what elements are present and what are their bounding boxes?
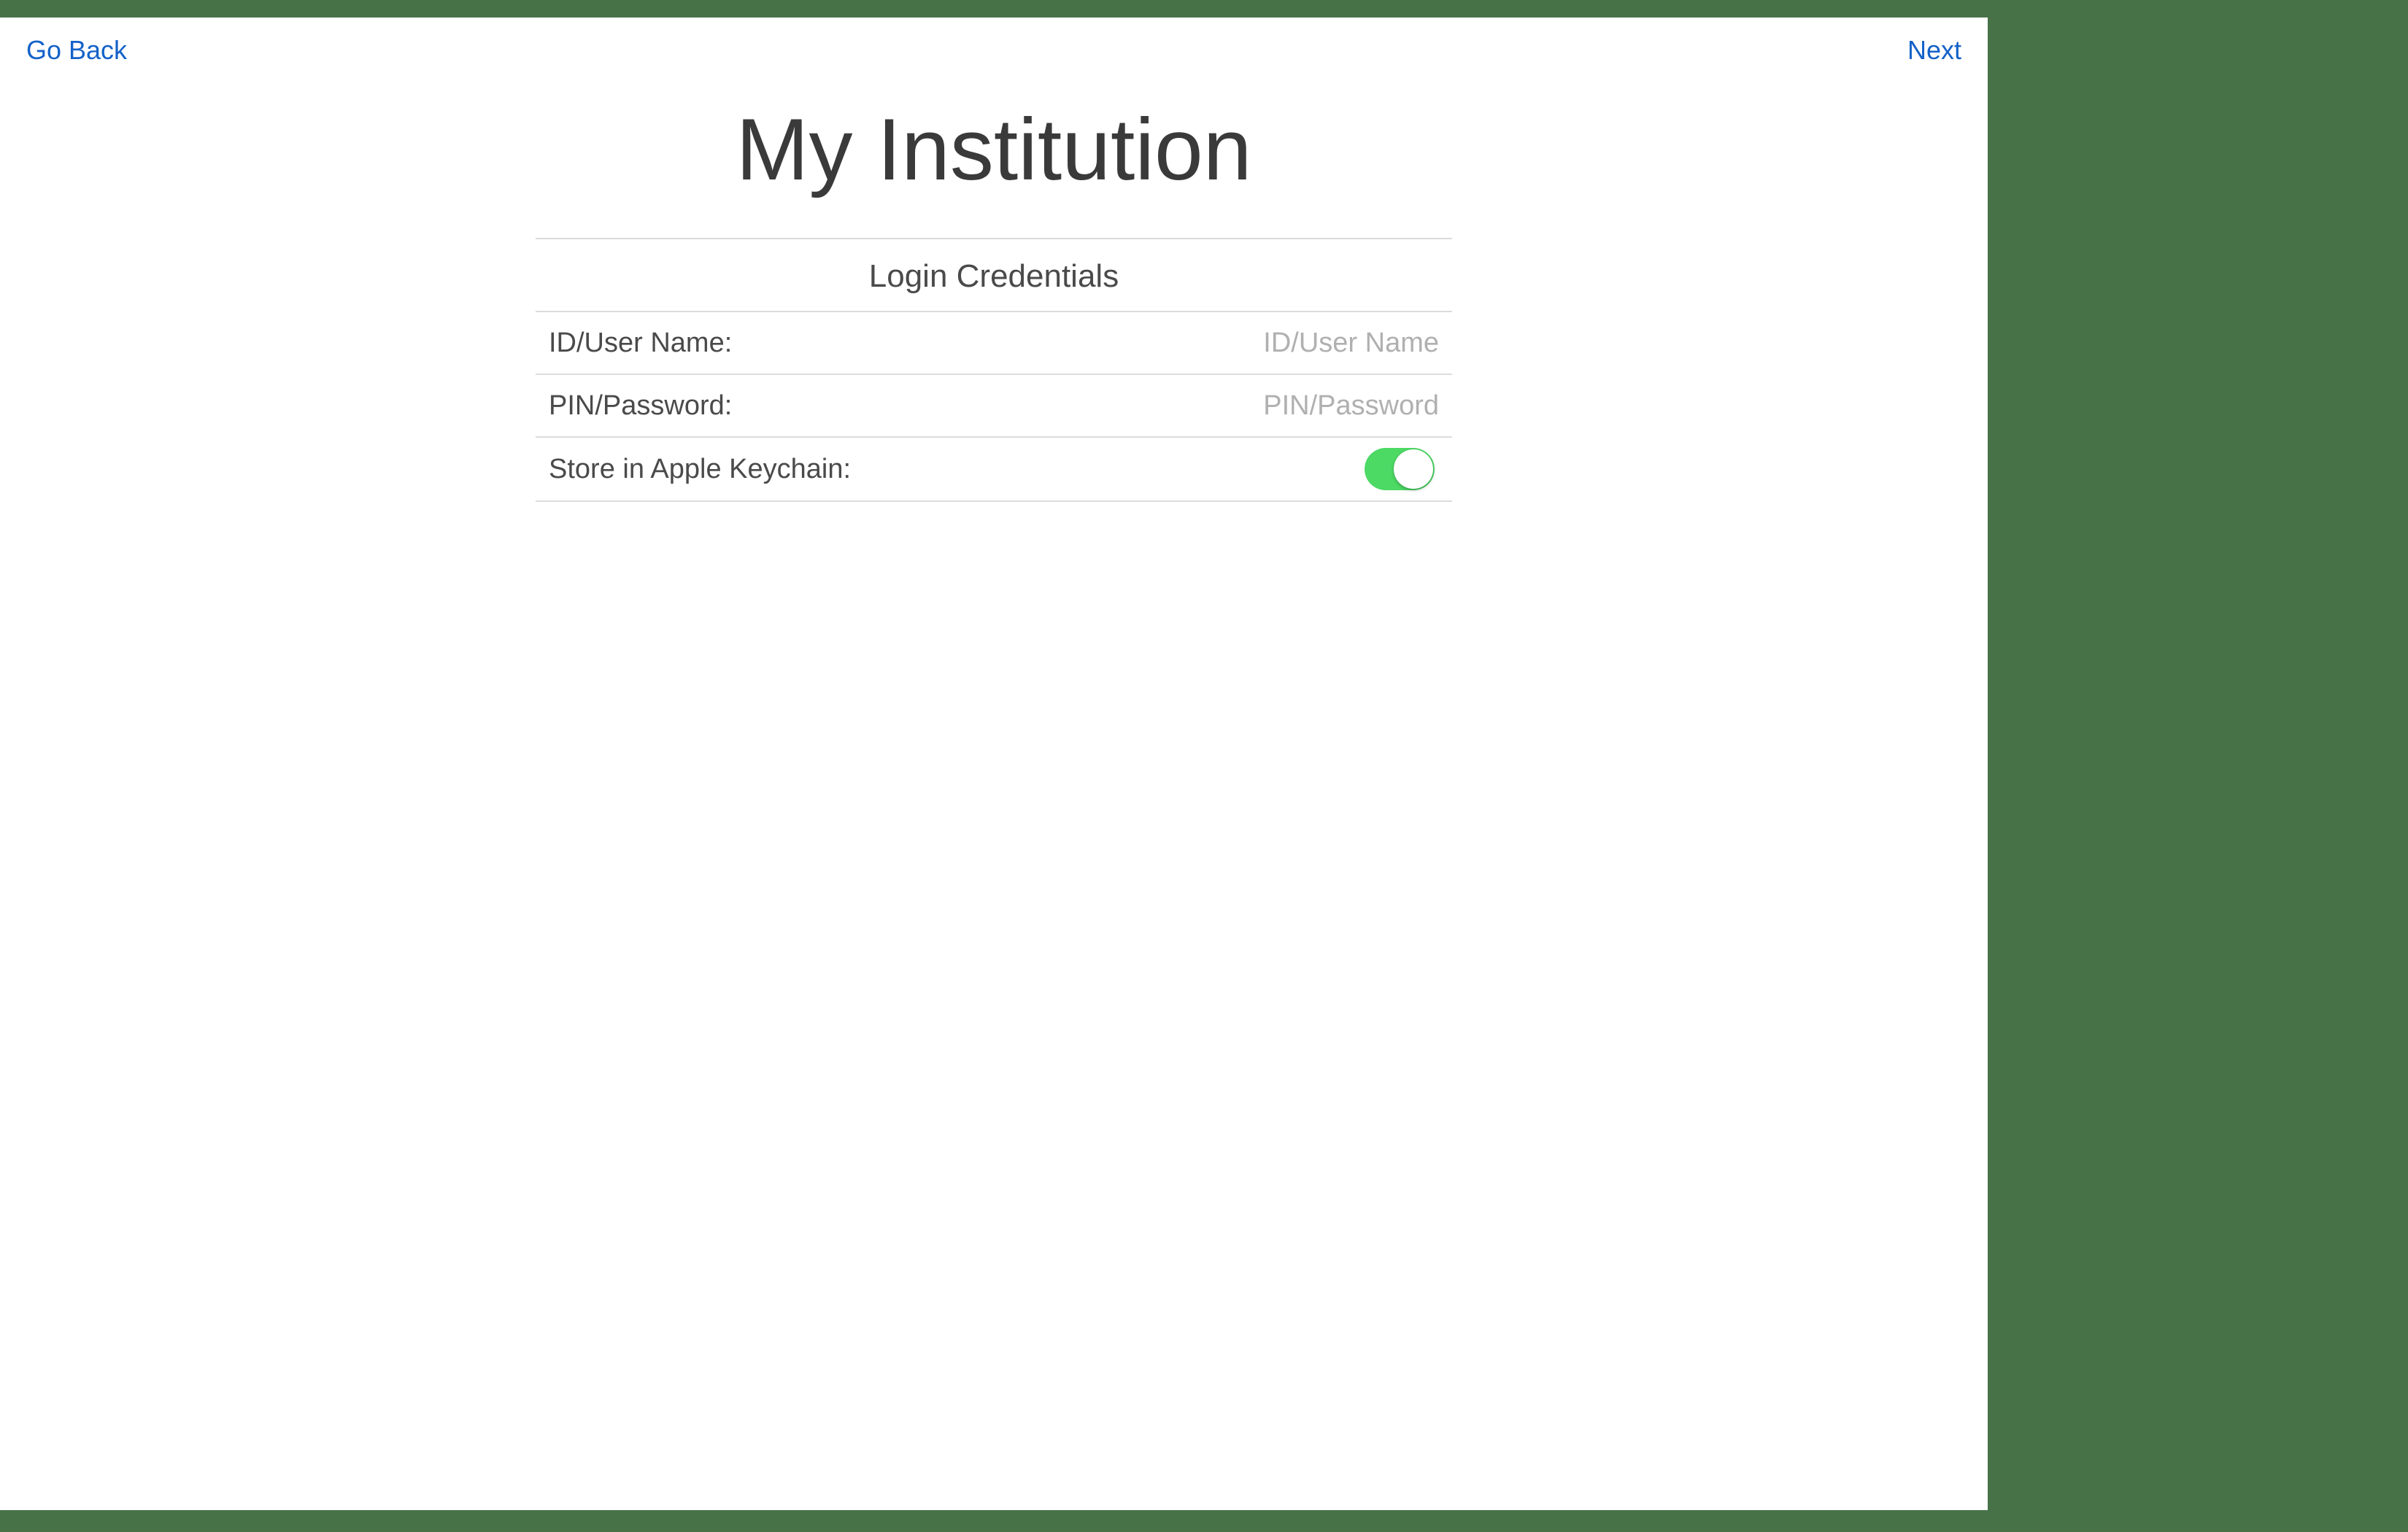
keychain-toggle[interactable] bbox=[1365, 448, 1435, 490]
next-button[interactable]: Next bbox=[1907, 35, 1961, 66]
password-row: PIN/Password: bbox=[536, 375, 1452, 438]
go-back-button[interactable]: Go Back bbox=[26, 35, 127, 66]
toggle-knob bbox=[1394, 449, 1433, 489]
username-label: ID/User Name: bbox=[549, 328, 732, 359]
password-label: PIN/Password: bbox=[549, 390, 732, 422]
section-header: Login Credentials bbox=[536, 238, 1452, 312]
username-input[interactable] bbox=[1001, 328, 1439, 359]
login-form: Login Credentials ID/User Name: PIN/Pass… bbox=[536, 238, 1452, 502]
nav-bar: Go Back Next bbox=[0, 18, 1988, 76]
page-title: My Institution bbox=[736, 99, 1252, 200]
app-window: Go Back Next My Institution Login Creden… bbox=[0, 18, 1988, 1510]
username-row: ID/User Name: bbox=[536, 312, 1452, 375]
keychain-label: Store in Apple Keychain: bbox=[549, 454, 851, 485]
content-area: My Institution Login Credentials ID/User… bbox=[0, 76, 1988, 502]
password-input[interactable] bbox=[1001, 390, 1439, 422]
keychain-row: Store in Apple Keychain: bbox=[536, 438, 1452, 502]
